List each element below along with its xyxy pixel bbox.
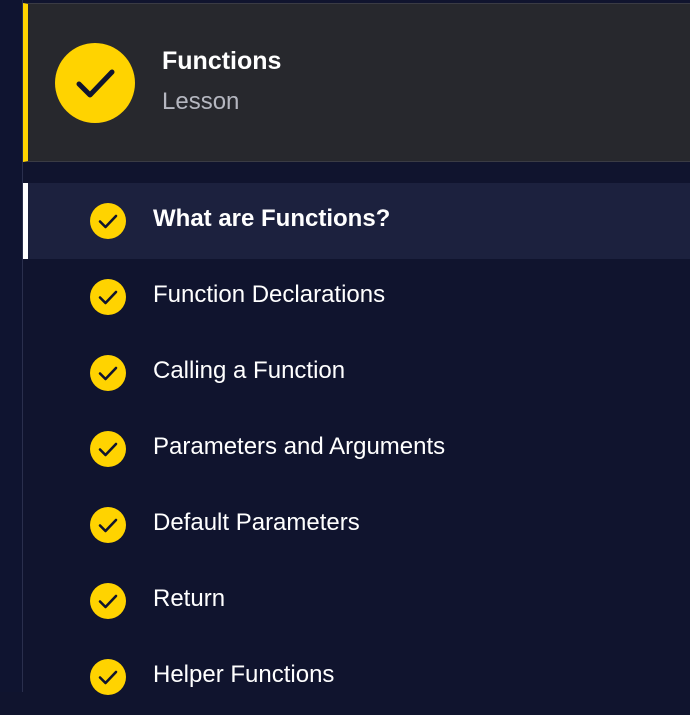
check-circle-icon xyxy=(90,431,126,467)
lesson-item-label: Parameters and Arguments xyxy=(153,433,446,460)
check-circle-icon xyxy=(90,355,126,391)
lesson-item-list: What are Functions? Function Declaration… xyxy=(23,183,690,715)
lesson-item-label: What are Functions? xyxy=(153,205,391,232)
lesson-item-label: Helper Functions xyxy=(153,661,335,688)
lesson-panel: Functions Lesson What are Functions? Fun… xyxy=(22,0,690,695)
check-circle-icon xyxy=(90,279,126,315)
lesson-item-label: Calling a Function xyxy=(153,357,346,384)
check-circle-icon xyxy=(90,583,126,619)
lesson-item[interactable]: What are Functions? xyxy=(23,183,690,259)
lesson-item[interactable]: Helper Functions xyxy=(23,639,690,715)
lesson-subtitle: Lesson xyxy=(162,88,240,115)
check-circle-icon xyxy=(90,659,126,695)
lesson-item-label: Default Parameters xyxy=(153,509,360,536)
lesson-item[interactable]: Calling a Function xyxy=(23,335,690,411)
left-gutter xyxy=(0,0,22,692)
check-circle-icon xyxy=(90,203,126,239)
lesson-item[interactable]: Return xyxy=(23,563,690,639)
lesson-item[interactable]: Default Parameters xyxy=(23,487,690,563)
lesson-item-label: Return xyxy=(153,585,226,612)
lesson-item-label: Function Declarations xyxy=(153,281,386,308)
lesson-item[interactable]: Function Declarations xyxy=(23,259,690,335)
lesson-complete-check-icon xyxy=(55,43,135,123)
lesson-title: Functions xyxy=(162,47,282,75)
check-circle-icon xyxy=(90,507,126,543)
lesson-header[interactable]: Functions Lesson xyxy=(23,3,690,162)
lesson-item[interactable]: Parameters and Arguments xyxy=(23,411,690,487)
